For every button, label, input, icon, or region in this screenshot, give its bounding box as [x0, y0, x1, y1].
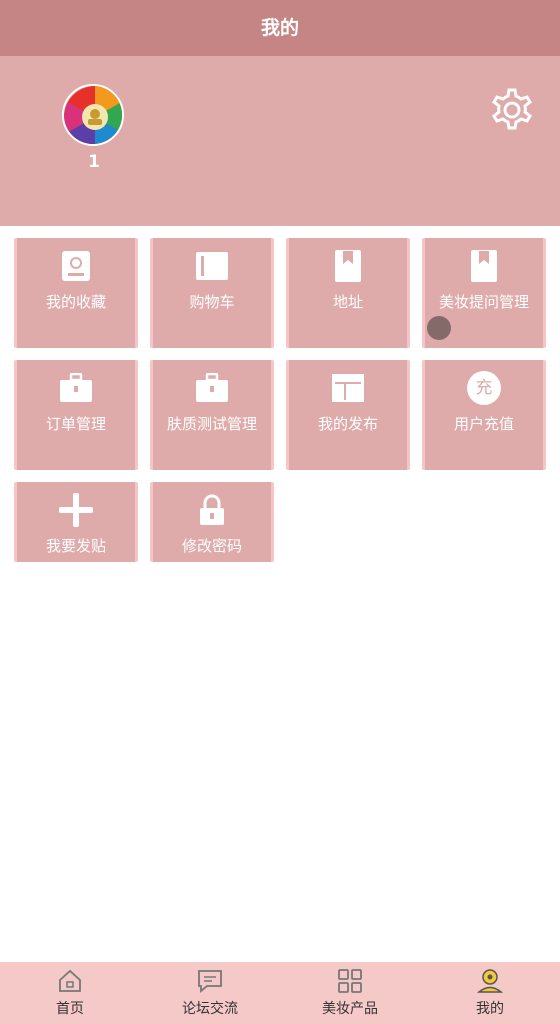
- menu-item-label: 美妆提问管理: [438, 293, 529, 311]
- bottom-tab-bar: 首页 论坛交流 美妆产品 我的: [0, 962, 560, 1024]
- tab-label: 首页: [56, 1001, 84, 1017]
- menu-item-new-post[interactable]: 我要发贴: [14, 482, 138, 562]
- tab-label: 美妆产品: [322, 1001, 378, 1017]
- plus-icon: [58, 492, 94, 528]
- menu-item-label: 购物车: [189, 293, 235, 311]
- menu-item-cart[interactable]: 购物车: [150, 238, 274, 348]
- tab-home[interactable]: 首页: [0, 962, 140, 1024]
- menu-item-label: 我的收藏: [45, 293, 106, 311]
- menu-item-favorites[interactable]: 我的收藏: [14, 238, 138, 348]
- lock-icon: [194, 492, 230, 528]
- tab-mine[interactable]: 我的: [420, 962, 560, 1024]
- page-title: 我的: [0, 0, 560, 56]
- briefcase-icon: [58, 370, 94, 406]
- id-card-icon: [58, 248, 94, 284]
- menu-item-label: 修改密码: [181, 537, 242, 555]
- chat-icon: [197, 968, 223, 994]
- username: 1: [88, 152, 100, 172]
- menu-item-my-posts[interactable]: 我的发布: [286, 360, 410, 470]
- menu-item-label: 用户充值: [453, 415, 514, 433]
- cart-icon: [194, 248, 230, 284]
- menu-item-label: 我的发布: [317, 415, 378, 433]
- recharge-icon: 充: [466, 370, 502, 406]
- bookmark-icon: [466, 248, 502, 284]
- user-icon: [476, 968, 504, 994]
- menu-item-orders[interactable]: 订单管理: [14, 360, 138, 470]
- tab-forum[interactable]: 论坛交流: [140, 962, 280, 1024]
- grid-icon: [337, 968, 363, 994]
- menu-item-label: 订单管理: [45, 415, 106, 433]
- recharge-badge: 充: [467, 371, 501, 405]
- tab-label: 我的: [476, 1001, 504, 1017]
- profile-header: 1: [0, 56, 560, 226]
- menu-item-label: 我要发贴: [45, 537, 106, 555]
- briefcase-icon: [194, 370, 230, 406]
- touch-indicator: [427, 316, 451, 340]
- menu-item-recharge[interactable]: 充 用户充值: [422, 360, 546, 470]
- bookmark-icon: [330, 248, 366, 284]
- menu-item-change-password[interactable]: 修改密码: [150, 482, 274, 562]
- tab-products[interactable]: 美妆产品: [280, 962, 420, 1024]
- tab-label: 论坛交流: [182, 1001, 238, 1017]
- menu-item-label: 肤质测试管理: [166, 415, 257, 433]
- gear-icon[interactable]: [488, 86, 536, 134]
- menu-item-label: 地址: [332, 293, 363, 311]
- menu-item-address[interactable]: 地址: [286, 238, 410, 348]
- home-icon: [57, 968, 83, 994]
- avatar[interactable]: [62, 84, 124, 146]
- layout-icon: [330, 370, 366, 406]
- menu-item-skin-test[interactable]: 肤质测试管理: [150, 360, 274, 470]
